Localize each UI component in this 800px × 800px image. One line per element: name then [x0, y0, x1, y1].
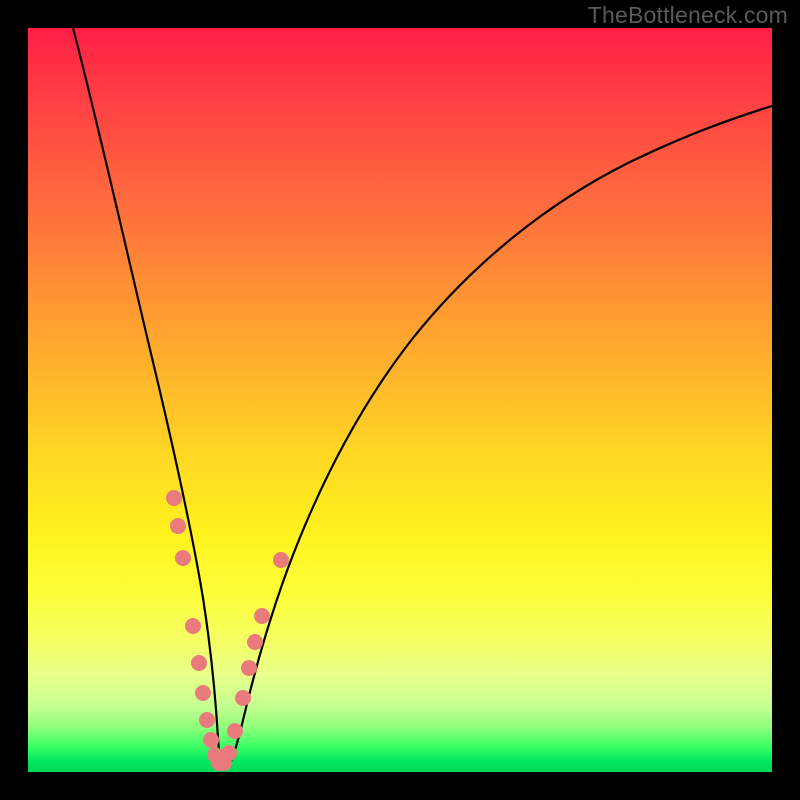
- bottleneck-curve: [73, 28, 772, 770]
- curve-layer: [28, 28, 772, 772]
- outer-frame: TheBottleneck.com: [0, 0, 800, 800]
- data-markers: [166, 490, 289, 771]
- plot-area: [28, 28, 772, 772]
- watermark-text: TheBottleneck.com: [588, 2, 788, 29]
